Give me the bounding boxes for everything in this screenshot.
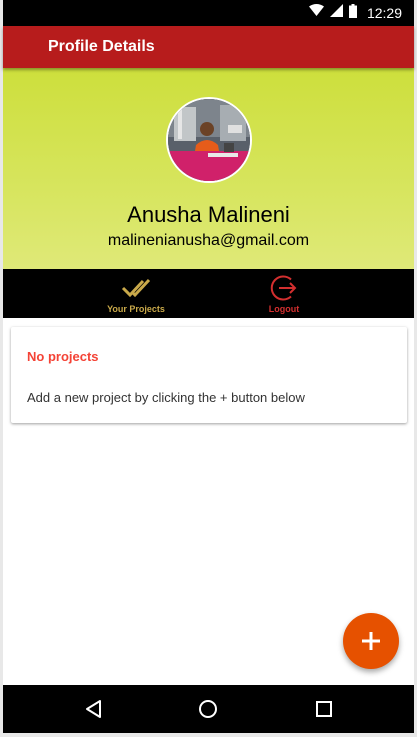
profile-email: malinenianusha@gmail.com <box>107 232 310 249</box>
profile-header: Anusha Malineni malinenianusha@gmail.com <box>3 68 414 269</box>
logout-icon <box>270 275 297 301</box>
signal-icon <box>329 4 343 22</box>
profile-name: Anusha Malineni <box>127 202 290 227</box>
add-project-button[interactable] <box>343 613 399 669</box>
card-message: Add a new project by clicking the + butt… <box>27 390 305 405</box>
home-icon[interactable] <box>196 697 220 721</box>
page-title: Profile Details <box>48 38 155 55</box>
system-nav-bar <box>3 685 414 733</box>
back-icon[interactable] <box>82 697 106 721</box>
status-bar: 12:29 <box>3 0 414 26</box>
your-projects-button[interactable]: Your Projects <box>76 269 196 318</box>
wifi-icon <box>308 4 324 22</box>
status-icons: 12:29 <box>308 3 402 23</box>
double-check-icon <box>121 278 151 298</box>
profile-action-bar: Your Projects Logout <box>3 269 414 318</box>
projects-card: No projects Add a new project by clickin… <box>11 327 407 423</box>
status-time: 12:29 <box>366 5 402 21</box>
logout-button[interactable]: Logout <box>224 269 344 318</box>
battery-icon <box>348 3 357 23</box>
logout-label: Logout <box>268 304 300 314</box>
card-title: No projects <box>27 349 99 364</box>
app-bar: Profile Details <box>3 26 414 68</box>
recents-icon[interactable] <box>312 697 336 721</box>
profile-photo <box>168 99 250 181</box>
your-projects-label: Your Projects <box>107 304 165 314</box>
avatar[interactable] <box>166 97 252 183</box>
device-frame-bottom <box>0 733 417 737</box>
plus-icon <box>362 632 380 650</box>
